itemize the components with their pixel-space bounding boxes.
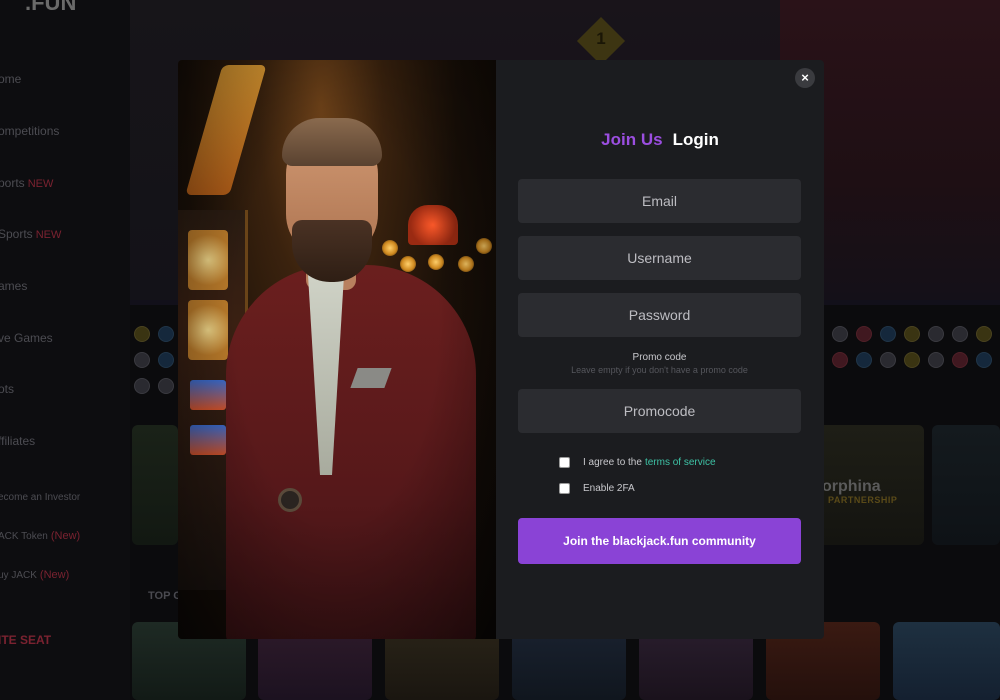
site-logo: .FUN [25, 0, 77, 15]
provider-icon[interactable] [952, 352, 968, 368]
partner-subtitle: PARTNERSHIP [828, 495, 898, 505]
provider-icons-left [134, 326, 174, 342]
twofa-checkbox[interactable] [559, 483, 570, 494]
sidebar-item-live-games[interactable]: ve Games [0, 331, 53, 345]
terms-link[interactable]: terms of service [645, 457, 716, 468]
provider-icon[interactable] [134, 378, 150, 394]
promo-code-label: Promo code [632, 352, 687, 363]
tab-join-us[interactable]: Join Us [601, 130, 662, 150]
promo-card[interactable] [132, 425, 178, 545]
tab-login[interactable]: Login [673, 130, 719, 150]
sidebar-item-games[interactable]: ames [0, 279, 27, 293]
provider-icon[interactable] [952, 326, 968, 342]
twofa-label: Enable 2FA [583, 483, 635, 494]
provider-icon[interactable] [880, 352, 896, 368]
provider-icon[interactable] [856, 352, 872, 368]
provider-icon[interactable] [158, 378, 174, 394]
provider-icon[interactable] [976, 352, 992, 368]
sidebar-item-competitions[interactable]: ompetitions [0, 124, 59, 138]
provider-icon[interactable] [904, 326, 920, 342]
terms-checkbox[interactable] [559, 457, 570, 468]
background-sidebar: .FUN ome ompetitions ports NEW Sports NEW … [0, 0, 130, 700]
provider-icon[interactable] [904, 352, 920, 368]
game-thumbnail[interactable] [893, 622, 1000, 700]
rank-badge-number: 1 [596, 29, 606, 48]
provider-icon[interactable] [832, 326, 848, 342]
sidebar-item-seat[interactable]: ITE SEAT [0, 633, 51, 647]
sidebar-item-buy-jack[interactable]: uy JACK (New) [0, 569, 69, 581]
auth-modal: × Join Us Login Promo code Leave empty i… [178, 60, 824, 639]
twofa-row: Enable 2FA [559, 483, 635, 494]
provider-icons-right [832, 326, 992, 342]
provider-icon[interactable] [928, 326, 944, 342]
sidebar-item-sports[interactable]: ports NEW [0, 176, 53, 190]
close-icon[interactable]: × [795, 68, 815, 88]
join-community-button[interactable]: Join the blackjack.fun community [518, 518, 801, 564]
provider-icons-right-2 [832, 352, 992, 368]
sidebar-item-affiliates[interactable]: ffiliates [0, 434, 35, 448]
provider-icons-left-3 [134, 378, 174, 394]
promo-code-hint: Leave empty if you don't have a promo co… [571, 365, 748, 375]
promo-card[interactable] [932, 425, 1000, 545]
provider-icon[interactable] [158, 352, 174, 368]
sidebar-item-slots[interactable]: ots [0, 382, 14, 396]
provider-icon[interactable] [134, 326, 150, 342]
username-field[interactable] [518, 236, 801, 280]
password-field[interactable] [518, 293, 801, 337]
sidebar-item-esports[interactable]: Sports NEW [0, 227, 61, 241]
email-field[interactable] [518, 179, 801, 223]
provider-icon[interactable] [976, 326, 992, 342]
partner-name: orphina [822, 478, 881, 495]
terms-row: I agree to the terms of service [559, 457, 716, 468]
provider-icon[interactable] [928, 352, 944, 368]
auth-tabs: Join Us Login [496, 130, 824, 150]
sidebar-item-home[interactable]: ome [0, 72, 21, 86]
provider-icon[interactable] [134, 352, 150, 368]
terms-label: I agree to the [583, 457, 642, 468]
provider-icon[interactable] [856, 326, 872, 342]
sidebar-item-token[interactable]: ACK Token (New) [0, 530, 80, 542]
promocode-field[interactable] [518, 389, 801, 433]
sidebar-item-investor[interactable]: ecome an Investor [0, 492, 80, 503]
section-title: TOP G [148, 590, 182, 602]
provider-icon[interactable] [880, 326, 896, 342]
provider-icon[interactable] [832, 352, 848, 368]
promo-photo [178, 60, 496, 639]
provider-icon[interactable] [158, 326, 174, 342]
provider-icons-left-2 [134, 352, 174, 368]
